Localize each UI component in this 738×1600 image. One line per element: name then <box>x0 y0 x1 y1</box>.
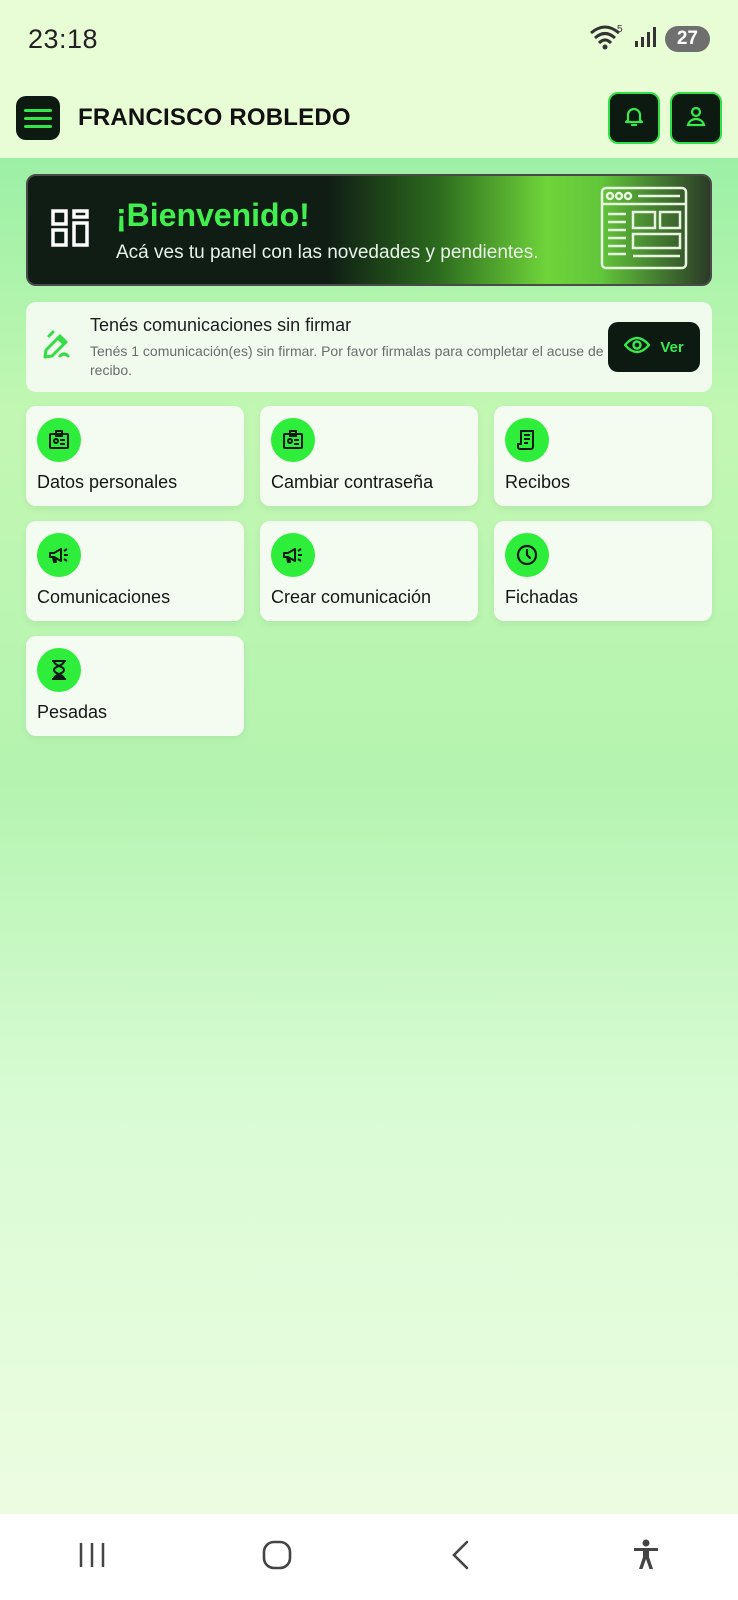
tile-cambiar-contrasena[interactable]: Cambiar contraseña <box>260 406 478 506</box>
welcome-banner: ¡Bienvenido! Acá ves tu panel con las no… <box>26 174 712 286</box>
app-header: FRANCISCO ROBLEDO <box>0 78 738 158</box>
tile-fichadas[interactable]: Fichadas <box>494 521 712 621</box>
tile-label: Comunicaciones <box>37 587 171 607</box>
accessibility-icon <box>631 1539 661 1576</box>
tile-label: Crear comunicación <box>271 587 432 607</box>
user-name: FRANCISCO ROBLEDO <box>78 104 351 131</box>
notice-title: Tenés comunicaciones sin firmar <box>90 314 352 335</box>
dashboard-icon <box>50 208 90 253</box>
clock-icon <box>505 533 549 577</box>
menu-grid: Datos personales Cambiar contraseña Reci… <box>26 406 712 736</box>
menu-line-icon <box>24 108 52 112</box>
home-button[interactable] <box>237 1527 317 1587</box>
battery-indicator: 27 <box>664 26 710 52</box>
tile-comunicaciones[interactable]: Comunicaciones <box>26 521 244 621</box>
back-button[interactable] <box>421 1527 501 1587</box>
user-icon <box>684 104 708 133</box>
notice-description: Tenés 1 comunicación(es) sin firmar. Por… <box>90 342 604 378</box>
view-button[interactable]: Ver <box>608 322 700 372</box>
status-icons: 5 27 <box>589 23 710 56</box>
recent-apps-icon <box>76 1541 108 1574</box>
tile-crear-comunicacion[interactable]: Crear comunicación <box>260 521 478 621</box>
id-card-icon <box>271 418 315 462</box>
megaphone-icon <box>37 533 81 577</box>
tile-label: Cambiar contraseña <box>271 472 434 492</box>
signature-pen-icon <box>40 328 74 367</box>
browser-window-icon <box>600 186 688 275</box>
tile-pesadas[interactable]: Pesadas <box>26 636 244 736</box>
megaphone-icon <box>271 533 315 577</box>
view-button-label: Ver <box>660 338 684 356</box>
tile-label: Pesadas <box>37 702 108 722</box>
status-bar: 23:18 5 27 <box>0 0 738 78</box>
receipt-icon <box>505 418 549 462</box>
hamburger-menu-button[interactable] <box>16 96 60 140</box>
eye-icon <box>623 335 651 359</box>
bell-icon <box>622 104 646 133</box>
system-navigation-bar <box>0 1514 738 1600</box>
tile-label: Fichadas <box>505 587 579 607</box>
accessibility-button[interactable] <box>606 1527 686 1587</box>
notifications-button[interactable] <box>608 92 660 144</box>
unsigned-communications-notice: Tenés comunicaciones sin firmar Tenés 1 … <box>26 302 712 392</box>
wifi-icon: 5 <box>589 23 625 56</box>
tile-recibos[interactable]: Recibos <box>494 406 712 506</box>
menu-line-icon <box>24 116 52 120</box>
signal-icon <box>633 25 657 54</box>
tile-datos-personales[interactable]: Datos personales <box>26 406 244 506</box>
back-icon <box>449 1539 473 1576</box>
recent-apps-button[interactable] <box>52 1527 132 1587</box>
tile-label: Datos personales <box>37 472 178 492</box>
banner-text: ¡Bienvenido! Acá ves tu panel con las no… <box>116 197 539 264</box>
header-actions <box>608 92 722 144</box>
status-time: 23:18 <box>28 23 99 54</box>
banner-title: ¡Bienvenido! <box>116 196 310 233</box>
notice-text: Tenés comunicaciones sin firmar Tenés 1 … <box>90 315 608 380</box>
home-icon <box>261 1539 293 1576</box>
tile-label: Recibos <box>505 472 571 492</box>
network-type: 5 <box>617 24 623 35</box>
profile-button[interactable] <box>670 92 722 144</box>
hourglass-icon <box>37 648 81 692</box>
menu-line-icon <box>24 124 52 128</box>
banner-subtitle: Acá ves tu panel con las novedades y pen… <box>116 241 539 263</box>
id-card-icon <box>37 418 81 462</box>
